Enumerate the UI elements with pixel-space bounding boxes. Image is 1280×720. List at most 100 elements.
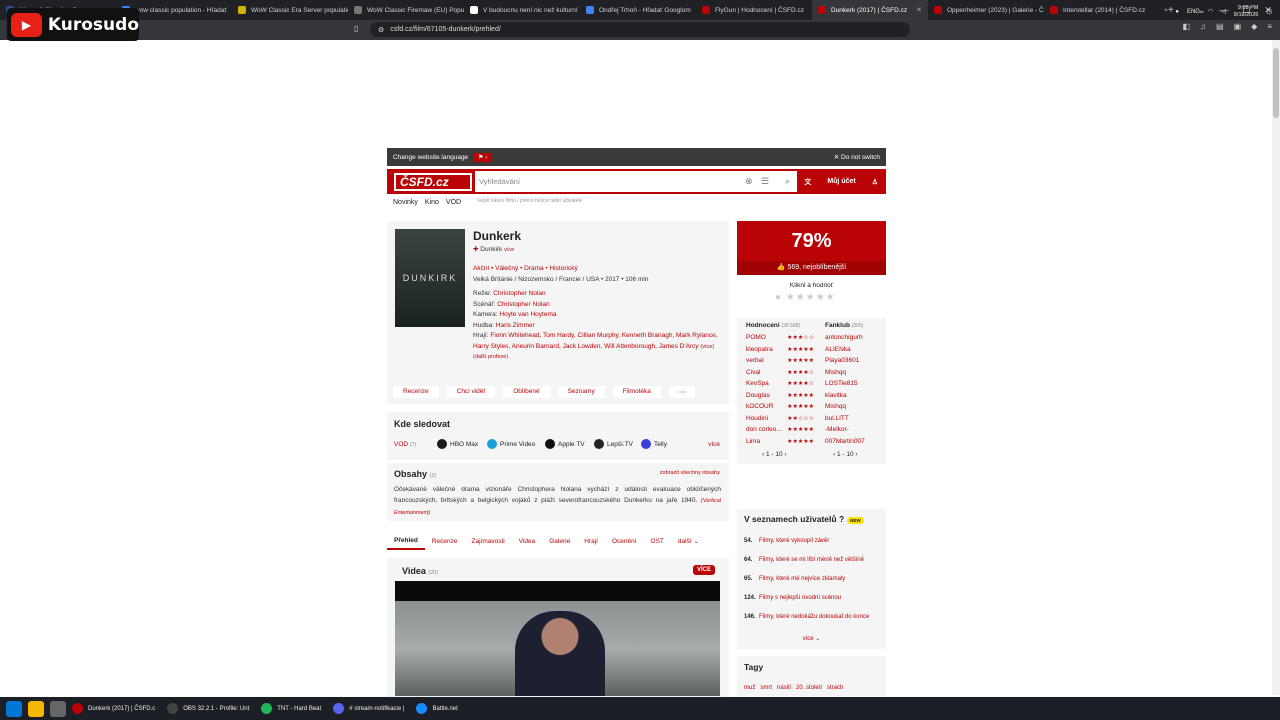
film-tab[interactable]: Zajímavosti [465,538,512,545]
fanclub-user[interactable]: antonchigurh [825,334,863,341]
fanclub-row[interactable]: klavitka [825,390,883,402]
rating-row[interactable]: Houdini ★★☆☆☆ [746,413,814,425]
taskbar-app[interactable]: Dunkerk (2017) | ČSFD.c [66,697,161,720]
tag-item[interactable]: strach [827,685,843,691]
music-icon[interactable]: ♫ [1200,22,1206,31]
file-explorer-icon[interactable] [28,700,44,717]
rating-row[interactable]: Douglas ★★★★★ [746,390,814,402]
taskbar-app[interactable]: # stream-notifikacie | [327,697,410,720]
action-button[interactable]: Filmotéka [612,386,661,398]
list-item[interactable]: 124. Filmy s nejlepší úvodní scénou [744,594,882,602]
list-item[interactable]: 146. Filmy, které nedokážu dokoukat do ko… [744,613,882,621]
browser-tab[interactable]: Oppenheimer (2023) | Galerie - Č [928,0,1044,20]
film-tab[interactable]: Recenze [425,538,465,545]
rating-user[interactable]: kOCOUR [746,403,773,410]
rating-row[interactable]: Lima ★★★★★ [746,436,814,448]
nav-item-kino[interactable]: Kino [425,199,439,206]
rating-user[interactable]: POMO [746,334,766,341]
list-item[interactable]: 64. Filmy, které se mi líbí méně než větš… [744,556,882,564]
film-genres[interactable]: Akční • Válečný • Drama • Historický [473,265,578,272]
wifi-icon[interactable]: ◠ [1208,8,1213,15]
rating-user[interactable]: KevSpa [746,380,769,387]
film-tab[interactable]: Přehled [387,537,425,550]
film-tab[interactable]: Ocenění [605,538,644,545]
rating-row[interactable]: Cival ★★★★☆ [746,367,814,379]
crew-people[interactable]: Christopher Nolan [493,290,545,297]
tag-item[interactable]: muž [744,685,755,691]
browser-tab[interactable]: Ondřej Trhoň - Hľadať Googlom [580,0,696,20]
ratings-header[interactable]: Hodnocení (39 508) [746,322,814,329]
fanclub-row[interactable]: Mishqq [825,401,883,413]
action-button[interactable]: Chci vidět [446,386,496,398]
notification-icon[interactable]: ▢ [1266,8,1272,15]
film-tab[interactable]: další ⌄ [671,537,706,545]
clear-icon[interactable]: ⊗ [745,176,753,187]
rating-row[interactable]: don corleo... ★★★★★ [746,424,814,436]
original-more-link[interactable]: více [504,247,514,253]
scrollbar-thumb[interactable] [1273,48,1279,118]
fanclub-pager[interactable]: ‹ 1 - 10 › [833,451,858,458]
list-label[interactable]: Filmy, které nedokážu dokoukat do konce [759,613,869,621]
tag-item[interactable]: smrt [760,685,772,691]
taskbar-app[interactable]: OBS 32.2.1 - Profile: Unt [161,697,255,720]
account-link[interactable]: Můj účet [827,178,855,185]
fanclub-row[interactable]: -Melkor- [825,424,883,436]
rating-user[interactable]: verbal [746,357,764,364]
rating-fans[interactable]: 👍 569, nejoblíbenější [737,261,886,275]
fanclub-user[interactable]: Mishqq [825,369,846,376]
taskbar-app[interactable]: Battle.net [410,697,463,720]
fanclub-user[interactable]: -Melkor- [825,426,849,433]
nav-item-vod[interactable]: VOD [446,199,461,206]
action-button[interactable]: Recenze [393,386,439,398]
crew-people[interactable]: Hans Zimmer [496,322,535,329]
tag-item[interactable]: násilí [777,685,791,691]
list-label[interactable]: Filmy, které se mi líbí méně než většině [759,556,864,564]
sidebar-icon[interactable]: ▤ [1216,22,1224,31]
rate-stars[interactable]: ● ★★★★★ [775,292,836,303]
fanclub-row[interactable]: bul.LITT [825,413,883,425]
csfd-logo[interactable]: ČSFD.cz [394,172,472,191]
rating-row[interactable]: kOCOUR ★★★★★ [746,401,814,413]
crew-more-link[interactable]: (více) [700,344,714,350]
search-input[interactable]: Vyhledávání [479,177,520,186]
search-box[interactable]: Vyhledávání ⊗ ☰ ⌕ [475,171,797,192]
fanclub-user[interactable]: klavitka [825,392,847,399]
rating-user[interactable]: kleopatra [746,346,773,353]
film-tab[interactable]: Galerie [542,538,577,545]
rating-row[interactable]: kleopatra ★★★★★ [746,344,814,356]
crew-people[interactable]: Christopher Nolan [497,301,549,308]
action-button[interactable]: ⋯ [668,386,696,398]
nav-item-novinky[interactable]: Novinky [393,199,418,206]
vod-service[interactable]: Apple TV [545,439,585,449]
rating-row[interactable]: KevSpa ★★★★☆ [746,378,814,390]
wallet-icon[interactable]: ▣ [1234,22,1242,31]
fanclub-row[interactable]: 007Martin007 [825,436,883,448]
do-not-switch-button[interactable]: ✕ Do not switch [834,153,880,161]
tray-arrow-icon[interactable]: ^ [1165,9,1168,15]
url-field[interactable]: ⚙ csfd.cz/film/67105-dunkerk/prehled/ [370,22,910,37]
all-plots-link[interactable]: zobrazit všechny obsahy [660,470,720,476]
taskbar-app[interactable]: TNT - Hard Beat [255,697,327,720]
action-button[interactable]: Seznamy [557,386,605,398]
fanclub-user[interactable]: ALIENka [825,346,851,353]
mic-icon[interactable]: ● [1175,9,1179,15]
volume-icon[interactable]: ◁ [1221,8,1226,15]
user-icon[interactable]: ♙ [872,178,878,186]
rating-row[interactable]: verbal ★★★★★ [746,355,814,367]
browser-tab[interactable]: FlyGun | Hodnocení | ČSFD.cz [696,0,812,20]
extension-icon[interactable]: ◧ [1182,22,1190,31]
fanclub-row[interactable]: Mishqq [825,367,883,379]
list-label[interactable]: Filmy s nejlepší úvodní scénou [759,594,841,602]
browser-tab[interactable]: WoW Classic Firemaw (EU) Popula [348,0,464,20]
clock[interactable]: 9:08 PM 8/16/2026 [1234,5,1258,19]
film-tab[interactable]: Hrají [577,538,605,545]
language-switch-button[interactable]: ⚑ › [474,152,492,162]
search-icon[interactable]: ⌕ [785,176,790,187]
rating-user[interactable]: Lima [746,438,760,445]
browser-tab[interactable]: Dunkerk (2017) | ČSFD.cz ✕ [812,0,928,20]
watch-more-link[interactable]: více [708,441,720,448]
vod-service[interactable]: Lepší.TV [594,439,633,449]
fanclub-row[interactable]: LOSTie815 [825,378,883,390]
list-item[interactable]: 54. Filmy, které vykoupil závěr [744,537,882,545]
ratings-pager[interactable]: ‹ 1 - 10 › [762,451,787,458]
